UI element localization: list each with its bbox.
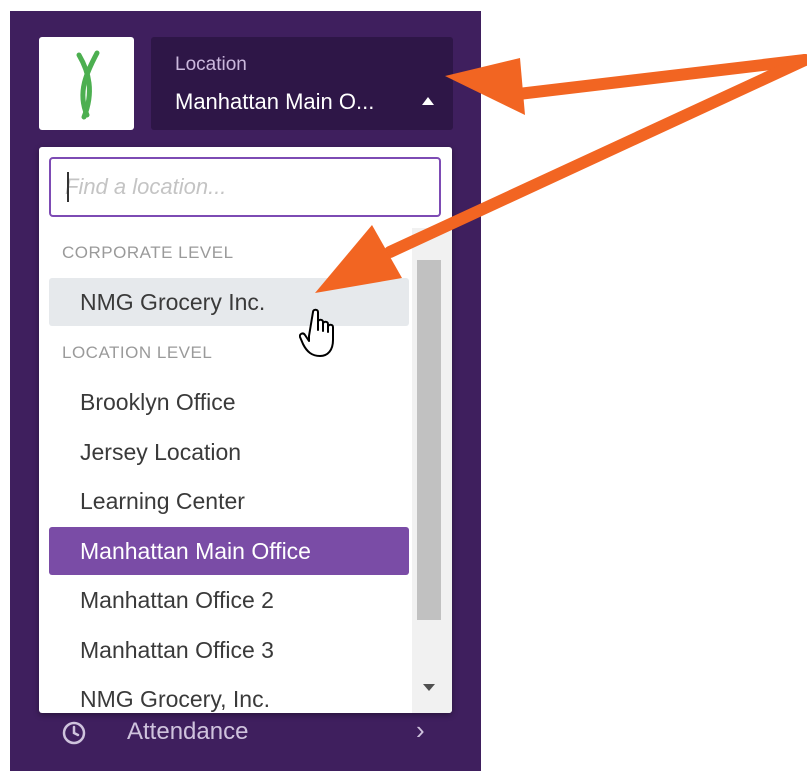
caret-up-icon [422,97,434,105]
dropdown-scrollbar[interactable] [412,228,452,713]
hand-pointer-icon [299,308,334,357]
location-item-learning-center[interactable]: Learning Center [49,477,409,525]
location-switcher[interactable]: Location Manhattan Main O... [151,37,453,130]
location-item-nmg-grocery[interactable]: NMG Grocery, Inc. [49,675,409,713]
location-caption: Location [175,54,247,75]
location-item-jersey[interactable]: Jersey Location [49,428,409,476]
location-item-manhattan-main[interactable]: Manhattan Main Office [49,527,409,575]
location-dropdown: CORPORATE LEVEL NMG Grocery Inc. LOCATIO… [39,147,452,713]
current-location: Manhattan Main O... [175,89,375,114]
clock-icon [62,721,86,745]
location-item-manhattan-2[interactable]: Manhattan Office 2 [49,576,409,624]
nav-item-attendance[interactable]: Attendance › [10,713,481,753]
group-header-corporate: CORPORATE LEVEL [62,243,234,262]
group-header-location: LOCATION LEVEL [62,343,213,362]
attendance-label: Attendance [127,718,249,745]
scroll-down-arrow-icon[interactable] [423,684,435,691]
location-search-input[interactable] [49,157,441,217]
location-item-brooklyn[interactable]: Brooklyn Office [49,378,409,426]
app-logo[interactable] [39,37,134,130]
logo-mark-icon [76,50,100,120]
scrollbar-thumb[interactable] [417,260,441,620]
location-item-nmg-grocery-corporate[interactable]: NMG Grocery Inc. [49,278,409,326]
text-cursor [67,172,69,202]
chevron-right-icon: › [416,715,425,745]
location-item-manhattan-3[interactable]: Manhattan Office 3 [49,626,409,674]
